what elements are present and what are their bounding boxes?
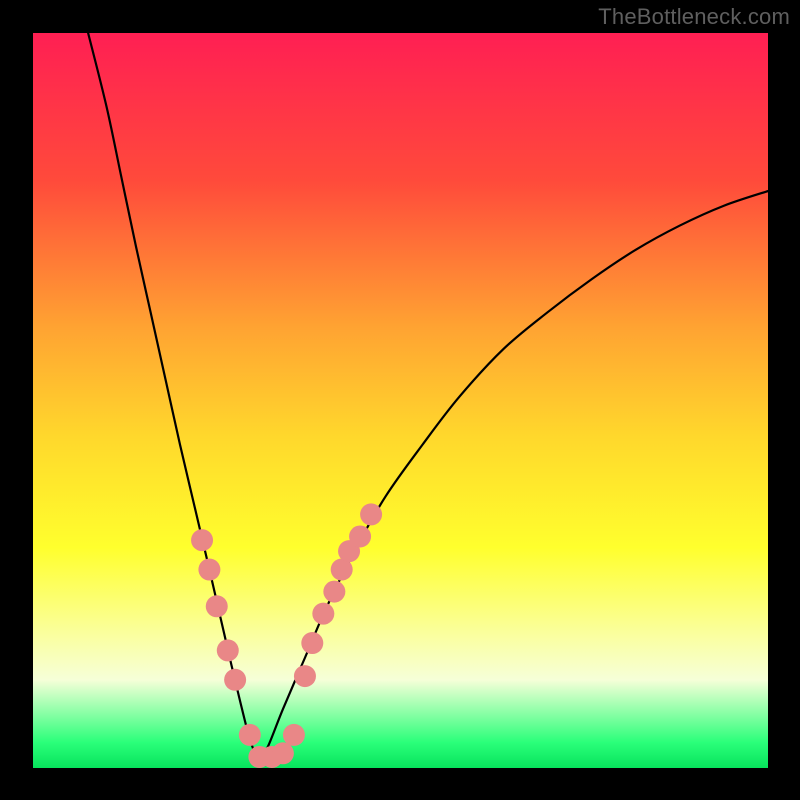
- curve-marker: [283, 724, 305, 746]
- curve-marker: [191, 529, 213, 551]
- plot-background: [33, 33, 768, 768]
- curve-marker: [198, 559, 220, 581]
- bottleneck-chart: [0, 0, 800, 800]
- curve-marker: [323, 581, 345, 603]
- curve-marker: [294, 665, 316, 687]
- curve-marker: [224, 669, 246, 691]
- curve-marker: [360, 503, 382, 525]
- curve-marker: [349, 525, 371, 547]
- curve-marker: [272, 742, 294, 764]
- curve-marker: [312, 603, 334, 625]
- curve-marker: [239, 724, 261, 746]
- curve-marker: [206, 595, 228, 617]
- watermark-text: TheBottleneck.com: [598, 4, 790, 30]
- curve-marker: [301, 632, 323, 654]
- curve-marker: [217, 639, 239, 661]
